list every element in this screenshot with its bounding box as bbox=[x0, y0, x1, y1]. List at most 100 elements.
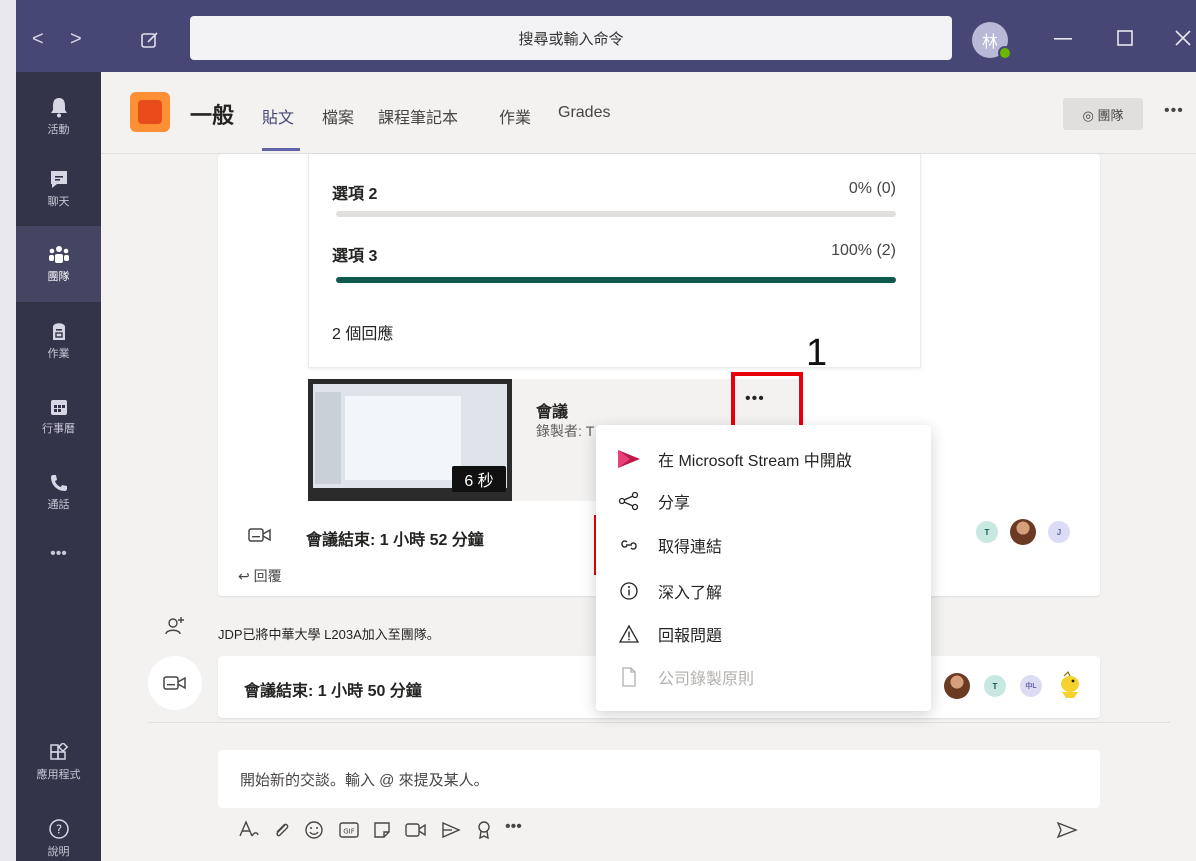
thumbnail-sidebar bbox=[315, 392, 341, 484]
document-icon bbox=[622, 667, 636, 687]
chat-icon bbox=[50, 170, 67, 188]
share-icon bbox=[618, 491, 639, 511]
rail-label: 團隊 bbox=[47, 270, 70, 283]
meet-now-icon[interactable] bbox=[404, 820, 428, 840]
woodstock-avatar-icon[interactable] bbox=[1056, 670, 1084, 700]
rail-item-apps[interactable]: 應用程式 bbox=[16, 724, 101, 800]
channel-name: 一般 bbox=[190, 103, 235, 128]
help-icon: ? bbox=[48, 818, 69, 839]
compose-new-icon[interactable] bbox=[140, 30, 160, 50]
duration-badge: 6 秒 bbox=[452, 466, 506, 492]
info-icon bbox=[620, 582, 638, 600]
rail-item-help[interactable]: ? 說明 bbox=[16, 800, 101, 861]
format-icon[interactable] bbox=[238, 820, 260, 840]
recorded-by: 錄製者: T bbox=[536, 423, 595, 439]
team-button[interactable]: ◎ 團隊 bbox=[1063, 98, 1143, 130]
apps-icon bbox=[49, 742, 68, 760]
menu-item-recording-policy: 公司錄製原則 bbox=[596, 655, 931, 699]
poll-option-value: 0% (0) bbox=[848, 180, 896, 197]
sticker-icon[interactable] bbox=[372, 820, 392, 840]
tab-posts[interactable]: 貼文 bbox=[262, 104, 294, 128]
gif-icon[interactable]: GIF bbox=[338, 820, 360, 840]
poll-option-track bbox=[336, 211, 896, 217]
svg-text:GIF: GIF bbox=[343, 828, 355, 836]
teams-icon bbox=[48, 245, 69, 263]
rail-label: 聊天 bbox=[47, 195, 70, 208]
rail-item-calls[interactable]: 通話 bbox=[16, 454, 101, 530]
recording-title: 會議 bbox=[536, 404, 569, 421]
back-button[interactable]: < bbox=[32, 28, 44, 51]
menu-item-label: 回報問題 bbox=[658, 628, 723, 645]
menu-item-learn-more[interactable]: 深入了解 bbox=[596, 569, 931, 613]
add-member-icon bbox=[165, 617, 184, 635]
participant-photo[interactable] bbox=[944, 673, 970, 699]
rail-label: 應用程式 bbox=[36, 768, 81, 781]
rail-label: 活動 bbox=[47, 123, 70, 136]
poll-option-label: 選項 3 bbox=[332, 248, 378, 265]
emoji-icon[interactable] bbox=[304, 820, 324, 840]
bell-icon bbox=[50, 97, 67, 117]
divider bbox=[148, 722, 1170, 723]
tab-assignments[interactable]: 作業 bbox=[499, 104, 531, 128]
compose-more-button[interactable]: ••• bbox=[505, 818, 522, 836]
tab-grades[interactable]: Grades bbox=[558, 104, 610, 122]
rail-label: 行事曆 bbox=[42, 422, 75, 435]
highlight-box-more-button bbox=[731, 372, 803, 430]
menu-item-label: 取得連結 bbox=[658, 539, 723, 556]
participant-photo[interactable] bbox=[1010, 519, 1036, 545]
meeting-icon bbox=[163, 676, 186, 690]
team-avatar-inner bbox=[138, 100, 162, 124]
menu-item-label: 深入了解 bbox=[658, 585, 723, 602]
meeting-icon bbox=[248, 528, 271, 542]
header-more-button[interactable]: ••• bbox=[1164, 102, 1184, 120]
close-icon[interactable] bbox=[1175, 30, 1191, 46]
poll-option-value: 100% (2) bbox=[831, 242, 896, 259]
tab-files[interactable]: 檔案 bbox=[322, 104, 354, 128]
menu-item-report-problem[interactable]: 回報問題 bbox=[596, 612, 931, 656]
participant-avatar[interactable]: T bbox=[976, 521, 998, 543]
stream-icon bbox=[618, 450, 640, 468]
stream-share-icon[interactable] bbox=[440, 820, 462, 840]
system-message: JDP已將中華大學 L203A加入至團隊。 bbox=[218, 627, 440, 642]
menu-item-label: 在 Microsoft Stream 中開啟 bbox=[658, 453, 852, 470]
thumbnail-content bbox=[345, 396, 461, 480]
attach-icon[interactable] bbox=[272, 820, 292, 840]
rail-label: 通話 bbox=[47, 498, 70, 511]
rail-item-teams[interactable]: 團隊 bbox=[16, 226, 101, 302]
maximize-icon[interactable] bbox=[1117, 30, 1133, 46]
phone-icon bbox=[50, 474, 67, 491]
meeting-ended-text: 會議結束: 1 小時 50 分鐘 bbox=[244, 683, 422, 700]
menu-item-share[interactable]: 分享 bbox=[596, 479, 931, 523]
poll-option-fill bbox=[336, 277, 896, 283]
participant-avatar[interactable]: 中L bbox=[1020, 675, 1042, 697]
svg-text:?: ? bbox=[55, 822, 61, 836]
assignments-icon bbox=[52, 322, 65, 340]
rail-item-calendar[interactable]: 行事曆 bbox=[16, 378, 101, 454]
meeting-ended-text: 會議結束: 1 小時 52 分鐘 bbox=[306, 532, 484, 549]
participant-avatar[interactable]: T bbox=[984, 675, 1006, 697]
forward-button[interactable]: > bbox=[70, 28, 82, 51]
praise-icon[interactable] bbox=[474, 820, 494, 840]
compose-input[interactable]: 開始新的交談。輸入 @ 來提及某人。 bbox=[218, 750, 1100, 808]
window-edge bbox=[0, 0, 16, 861]
rail-label: 說明 bbox=[47, 845, 70, 858]
menu-item-open-in-stream[interactable]: 在 Microsoft Stream 中開啟 bbox=[596, 437, 931, 481]
annotation-number: 1 bbox=[806, 332, 828, 374]
rail-label: 作業 bbox=[47, 347, 70, 360]
poll-option-label: 選項 2 bbox=[332, 186, 378, 203]
send-icon[interactable] bbox=[1056, 820, 1078, 840]
rail-item-assignments[interactable]: 作業 bbox=[16, 302, 101, 378]
menu-item-label: 公司錄製原則 bbox=[658, 671, 755, 688]
reply-button[interactable]: ↩ 回覆 bbox=[238, 566, 282, 586]
poll-response-count: 2 個回應 bbox=[332, 326, 394, 343]
minimize-icon[interactable] bbox=[1054, 38, 1072, 40]
participant-avatar[interactable]: J bbox=[1048, 521, 1070, 543]
menu-item-get-link[interactable]: 取得連結 bbox=[596, 523, 931, 567]
rail-item-activity[interactable]: 活動 bbox=[16, 78, 101, 154]
search-input[interactable]: 搜尋或輸入命令 bbox=[190, 16, 952, 60]
active-tab-indicator bbox=[262, 148, 300, 151]
tab-class-notebook[interactable]: 課程筆記本 bbox=[378, 104, 458, 128]
calendar-icon bbox=[50, 399, 67, 415]
rail-more-button[interactable]: ••• bbox=[16, 534, 101, 574]
rail-item-chat[interactable]: 聊天 bbox=[16, 150, 101, 226]
